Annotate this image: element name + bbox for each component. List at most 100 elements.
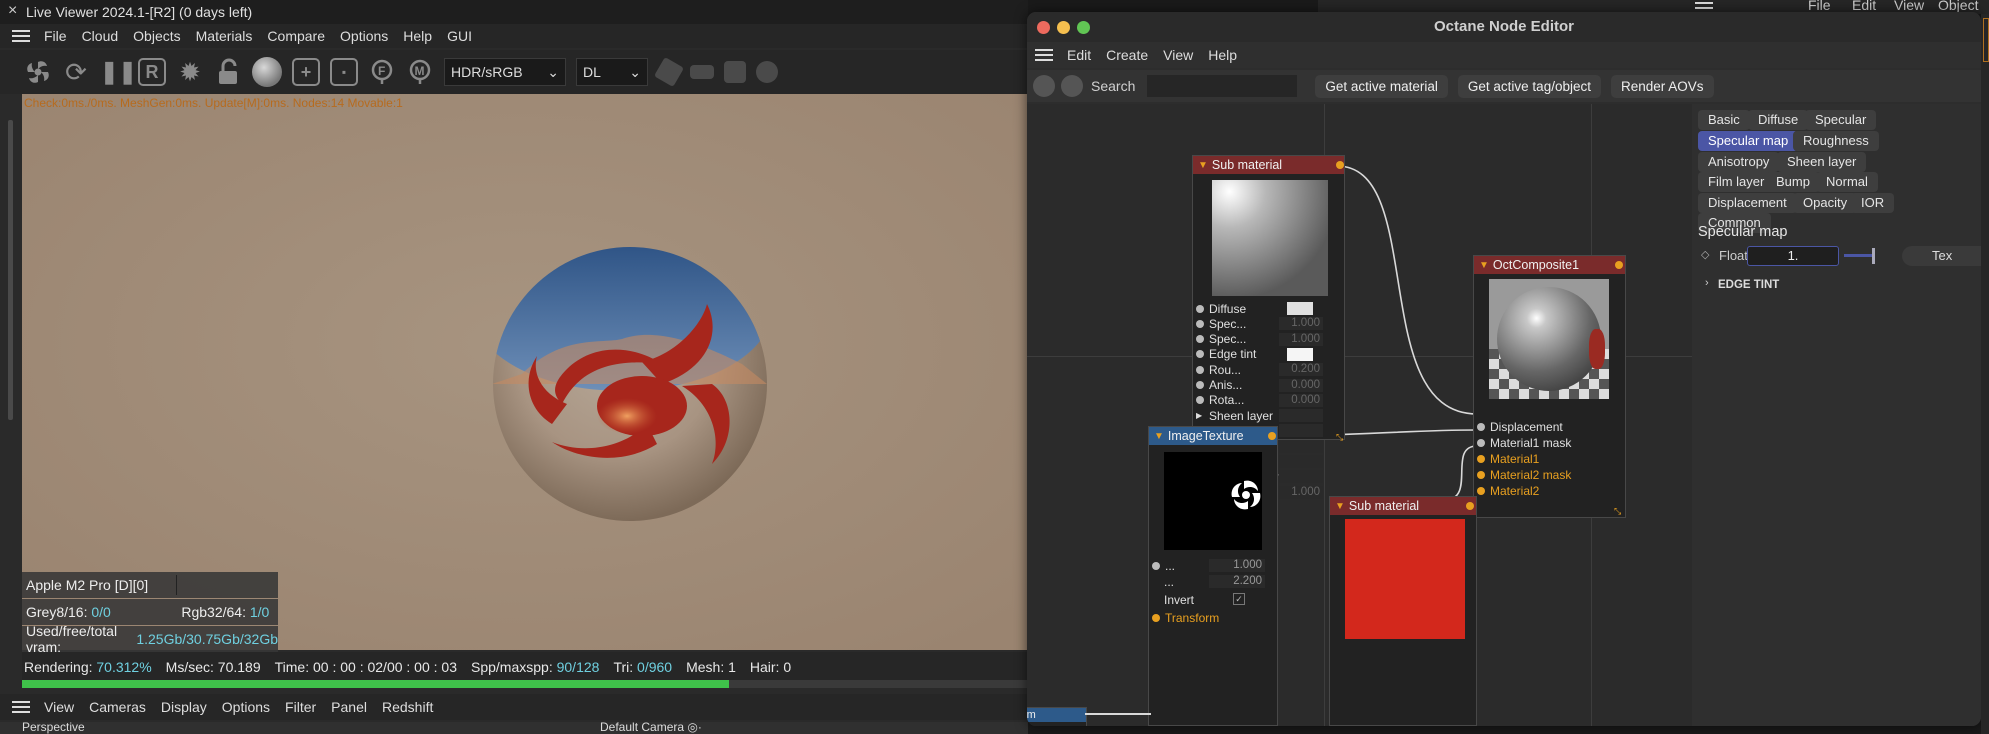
input-port[interactable] xyxy=(1196,381,1204,389)
input-port[interactable] xyxy=(1477,486,1485,495)
menu-filter[interactable]: Filter xyxy=(285,699,316,715)
menu-edit[interactable]: Edit xyxy=(1067,47,1091,63)
region-render-icon[interactable]: ▪ xyxy=(330,58,358,86)
tab-opacity[interactable]: Opacity xyxy=(1793,193,1858,213)
tab-specular-map[interactable]: Specular map xyxy=(1698,131,1799,151)
input-port[interactable] xyxy=(1152,613,1160,622)
collapse-triangle-icon[interactable]: ▼ xyxy=(1335,501,1345,512)
param-value-field[interactable] xyxy=(1279,439,1323,453)
camera-icon[interactable] xyxy=(724,61,746,83)
tab-diffuse[interactable]: Diffuse xyxy=(1748,110,1809,130)
param-row[interactable]: Rou... xyxy=(1196,362,1241,377)
hamburger-menu-icon[interactable] xyxy=(12,701,30,713)
invert-checkbox[interactable]: ✓ xyxy=(1233,593,1245,605)
param-value[interactable]: 1.000 xyxy=(1209,559,1265,572)
invert-row[interactable]: Invert xyxy=(1164,592,1194,607)
param-value[interactable]: 1.000 xyxy=(1279,317,1323,331)
color-space-select[interactable]: HDR/sRGB ⌄ xyxy=(444,58,566,86)
input-port[interactable] xyxy=(1196,335,1204,344)
close-icon[interactable]: × xyxy=(8,2,17,20)
tab-basic[interactable]: Basic xyxy=(1698,110,1750,130)
input-port[interactable] xyxy=(1196,350,1204,359)
node-header[interactable]: ▼ Sub material xyxy=(1193,156,1344,174)
output-port[interactable] xyxy=(1336,161,1344,169)
minimize-window-icon[interactable] xyxy=(1057,21,1070,34)
close-window-icon[interactable] xyxy=(1037,21,1050,34)
menu-gui[interactable]: GUI xyxy=(447,28,472,44)
float-slider-track[interactable] xyxy=(1844,254,1874,257)
hamburger-menu-icon[interactable] xyxy=(1695,0,1713,9)
param-value-field[interactable] xyxy=(1279,424,1323,438)
input-port[interactable] xyxy=(1477,422,1485,431)
resize-handle-icon[interactable]: ⤡ xyxy=(1614,506,1621,517)
kernel-select[interactable]: DL ⌄ xyxy=(576,58,648,86)
camera-label[interactable]: Default Camera ◎· xyxy=(600,720,702,734)
param-row[interactable]: Rota... xyxy=(1196,393,1244,408)
add-region-icon[interactable]: + xyxy=(292,58,320,86)
node-header[interactable]: ▼ Sub material xyxy=(1330,497,1476,515)
refresh-icon[interactable]: ⟳ xyxy=(62,58,90,86)
input-port[interactable] xyxy=(1196,396,1204,405)
menu-file[interactable]: File xyxy=(44,28,67,44)
menu-redshift[interactable]: Redshift xyxy=(382,699,433,715)
param-value[interactable]: 2.200 xyxy=(1209,575,1265,588)
settings-gear-icon[interactable]: ✹ xyxy=(176,58,204,86)
collapse-triangle-icon[interactable]: ▼ xyxy=(1154,431,1164,442)
sub-material-node-2[interactable]: ▼ Sub material xyxy=(1329,496,1477,726)
material-pick-icon[interactable]: M xyxy=(406,58,434,86)
node-header[interactable]: ▼ OctComposite1 xyxy=(1474,256,1625,274)
focus-pick-icon[interactable]: F xyxy=(368,58,396,86)
tab-sheen-layer[interactable]: Sheen layer xyxy=(1777,152,1867,172)
menu-options[interactable]: Options xyxy=(340,28,388,44)
param-row-2[interactable]: ... xyxy=(1164,574,1174,589)
render-aovs-button[interactable]: Render AOVs xyxy=(1610,74,1714,98)
octane-logo-icon[interactable] xyxy=(1061,75,1083,97)
perspective-label[interactable]: Perspective xyxy=(22,720,85,734)
hamburger-menu-icon[interactable] xyxy=(12,30,30,42)
partial-node[interactable]: rm xyxy=(1027,707,1087,726)
transform-port[interactable]: Transform xyxy=(1152,610,1219,625)
tex-button[interactable]: Tex xyxy=(1902,246,1981,266)
tab-film-layer[interactable]: Film layer xyxy=(1698,172,1775,192)
input-port[interactable] xyxy=(1477,470,1485,479)
maximize-window-icon[interactable] xyxy=(1077,21,1090,34)
menu-create[interactable]: Create xyxy=(1106,47,1148,63)
film-icon[interactable] xyxy=(690,65,714,79)
input-port[interactable] xyxy=(1196,319,1204,328)
menu-view[interactable]: View xyxy=(1163,47,1193,63)
resize-handle-icon[interactable]: ⤡ xyxy=(1336,432,1343,443)
menu-display[interactable]: Display xyxy=(161,699,207,715)
menu-help[interactable]: Help xyxy=(403,28,432,44)
octane-logo-icon[interactable] xyxy=(1033,75,1055,97)
input-port[interactable] xyxy=(1477,438,1485,447)
menu-objects[interactable]: Objects xyxy=(133,28,180,44)
tab-bump[interactable]: Bump xyxy=(1766,172,1820,192)
oct-composite-node[interactable]: ▼ OctComposite1 Displacement Material1 m… xyxy=(1473,255,1626,518)
menu-view[interactable]: View xyxy=(44,699,74,715)
param-row[interactable]: ▶ Sheen layer xyxy=(1196,408,1273,423)
tab-displacement[interactable]: Displacement xyxy=(1698,193,1797,213)
color-swatch[interactable] xyxy=(1287,302,1313,315)
port-displacement[interactable]: Displacement xyxy=(1477,419,1563,434)
left-scrollbar[interactable] xyxy=(8,120,13,420)
collapse-triangle-icon[interactable]: ▼ xyxy=(1479,260,1489,271)
material-preview-icon[interactable] xyxy=(252,57,282,87)
unlock-icon[interactable] xyxy=(214,58,242,86)
menu-materials[interactable]: Materials xyxy=(196,28,253,44)
input-port[interactable] xyxy=(1196,304,1204,313)
param-row[interactable]: Spec... xyxy=(1196,316,1246,331)
tab-roughness[interactable]: Roughness xyxy=(1793,131,1879,151)
param-value[interactable]: 1.000 xyxy=(1279,485,1323,499)
param-row[interactable]: Diffuse xyxy=(1196,301,1246,316)
tab-normal[interactable]: Normal xyxy=(1816,172,1878,192)
param-row[interactable]: Edge tint xyxy=(1196,347,1256,362)
octane-logo-icon[interactable] xyxy=(24,58,52,86)
port-material1[interactable]: Material1 xyxy=(1477,451,1539,466)
color-swatch[interactable] xyxy=(1287,347,1313,361)
input-port[interactable] xyxy=(1477,454,1485,463)
edge-tint-section[interactable]: EDGE TINT xyxy=(1718,279,1779,291)
image-texture-node[interactable]: ▼ ImageTexture ... 1.000 ... 2.200 Inver… xyxy=(1148,426,1278,726)
hexagon-icon[interactable] xyxy=(653,56,685,88)
menu-compare[interactable]: Compare xyxy=(267,28,325,44)
sphere-icon[interactable] xyxy=(756,61,778,83)
